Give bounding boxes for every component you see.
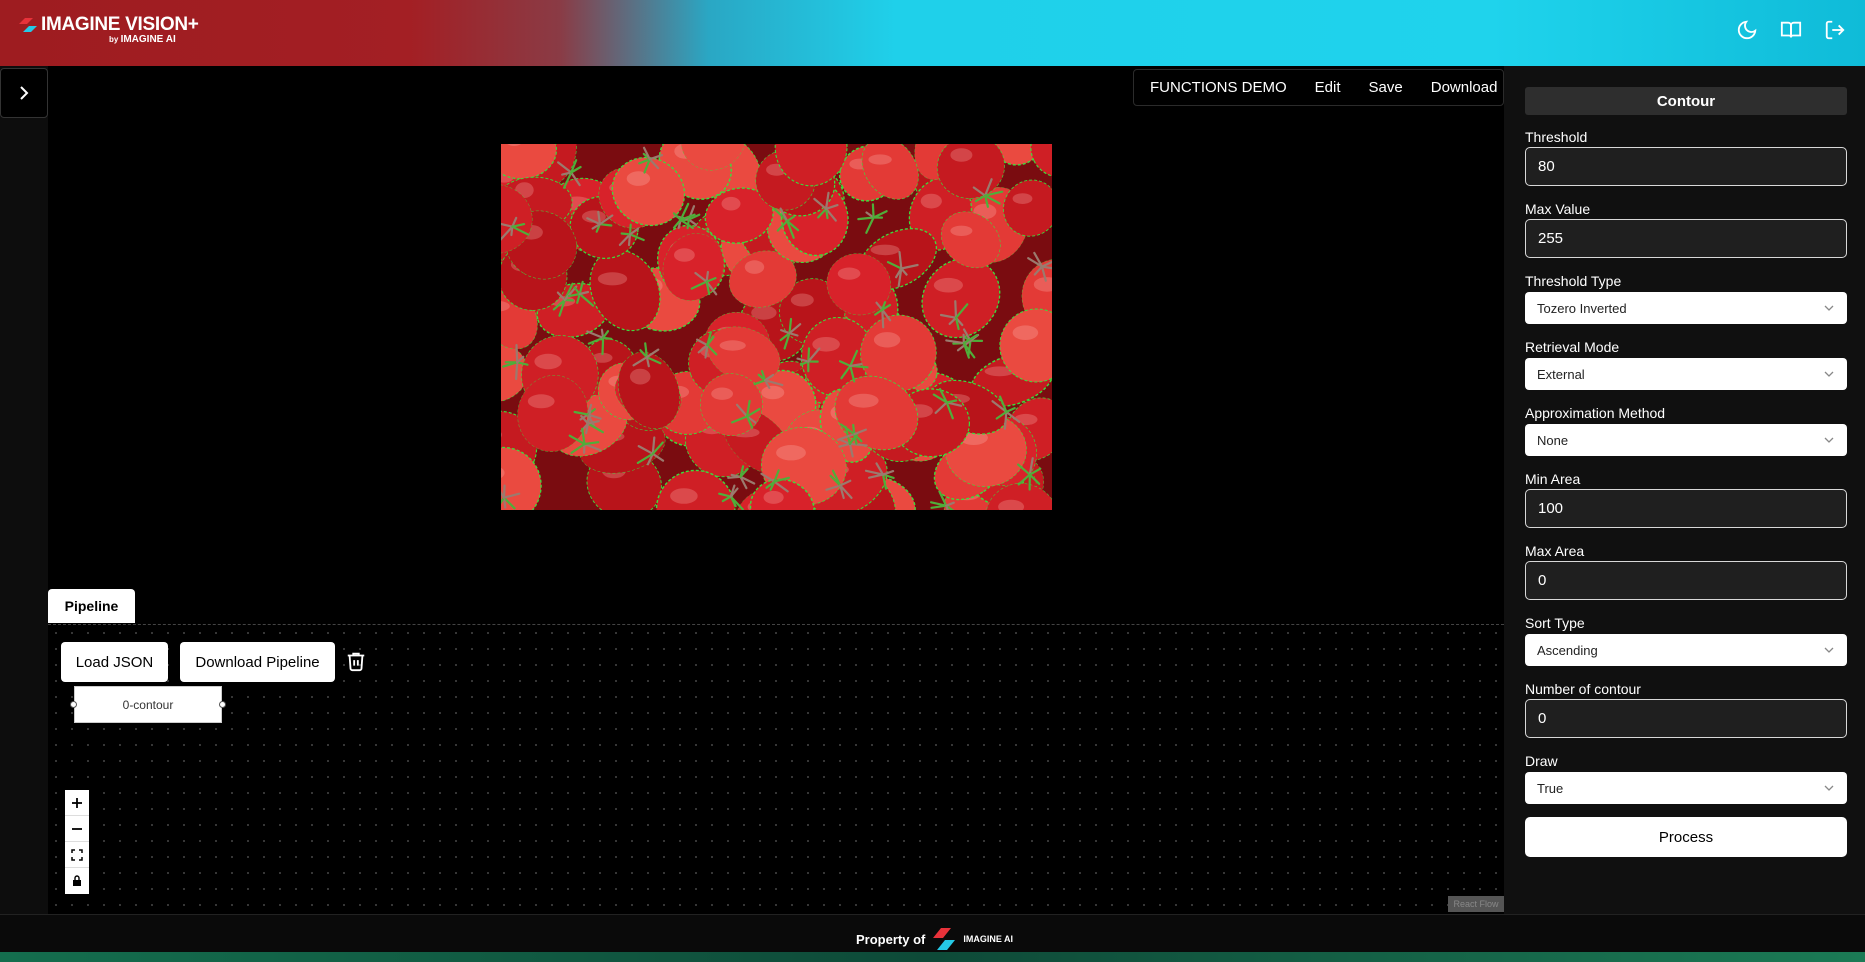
footer-accent-bar <box>0 952 1865 962</box>
retrieval-mode-select[interactable]: External <box>1525 358 1847 390</box>
max-value-input[interactable]: 255 <box>1525 219 1847 258</box>
strawberry-image <box>501 144 1052 510</box>
draw-select[interactable]: True <box>1525 772 1847 804</box>
app-header: IMAGINE VISION+ by IMAGINE AI <box>0 0 1865 66</box>
logo-company: IMAGINE AI <box>120 34 176 45</box>
top-menu-bar: FUNCTIONS DEMO Edit Save Download <box>1133 69 1504 106</box>
approximation-method-value: None <box>1537 432 1569 448</box>
functions-demo-button[interactable]: FUNCTIONS DEMO <box>1150 79 1287 96</box>
retrieval-mode-label: Retrieval Mode <box>1525 339 1620 355</box>
sort-type-label: Sort Type <box>1525 615 1585 631</box>
chevron-down-icon <box>1824 371 1834 377</box>
min-area-input[interactable]: 100 <box>1525 489 1847 528</box>
tab-pipeline[interactable]: Pipeline <box>48 589 135 623</box>
threshold-type-label: Threshold Type <box>1525 273 1622 289</box>
fit-view-icon[interactable] <box>65 842 89 868</box>
logo-title: IMAGINE VISION+ <box>41 14 199 35</box>
logo-mark-icon <box>19 18 37 32</box>
edit-button[interactable]: Edit <box>1315 79 1341 96</box>
sort-type-select[interactable]: Ascending <box>1525 634 1847 666</box>
download-button[interactable]: Download <box>1431 79 1498 96</box>
threshold-label: Threshold <box>1525 129 1588 145</box>
chevron-down-icon <box>1824 305 1834 311</box>
threshold-type-value: Tozero Inverted <box>1537 300 1627 316</box>
max-area-input[interactable]: 0 <box>1525 561 1847 600</box>
book-icon[interactable] <box>1779 18 1803 42</box>
logout-icon[interactable] <box>1823 18 1847 42</box>
draw-label: Draw <box>1525 753 1558 769</box>
logo-subtitle: by IMAGINE AI <box>109 34 176 45</box>
chevron-right-icon <box>20 86 29 100</box>
flow-controls <box>65 790 89 894</box>
retrieval-mode-value: External <box>1537 366 1585 382</box>
chevron-down-icon <box>1824 647 1834 653</box>
sort-type-value: Ascending <box>1537 642 1598 658</box>
processed-image-preview <box>501 144 1052 510</box>
trash-icon[interactable] <box>345 650 367 672</box>
left-rail <box>0 66 48 914</box>
pipeline-node-contour[interactable]: 0-contour <box>74 686 222 723</box>
expand-sidebar-button[interactable] <box>0 68 48 118</box>
chevron-down-icon <box>1824 437 1834 443</box>
number-of-contour-label: Number of contour <box>1525 681 1641 697</box>
zoom-out-icon[interactable] <box>65 816 89 842</box>
footer-logo-mark-icon <box>933 928 956 950</box>
number-of-contour-input[interactable]: 0 <box>1525 699 1847 738</box>
zoom-in-icon[interactable] <box>65 790 89 816</box>
save-button[interactable]: Save <box>1369 79 1403 96</box>
node-output-handle[interactable] <box>219 701 226 708</box>
max-area-label: Max Area <box>1525 543 1585 559</box>
load-json-button[interactable]: Load JSON <box>61 642 168 682</box>
logo-by: by <box>109 35 119 44</box>
chevron-down-icon <box>1824 785 1834 791</box>
min-area-label: Min Area <box>1525 471 1581 487</box>
footer-logo-text: IMAGINE AI <box>963 934 1014 944</box>
lock-icon[interactable] <box>65 868 89 894</box>
react-flow-attribution[interactable]: React Flow <box>1448 896 1504 912</box>
node-input-handle[interactable] <box>70 701 77 708</box>
draw-value: True <box>1537 780 1564 796</box>
approximation-method-label: Approximation Method <box>1525 405 1666 421</box>
moon-icon[interactable] <box>1735 18 1759 42</box>
process-button[interactable]: Process <box>1525 817 1847 857</box>
panel-title: Contour <box>1525 87 1847 115</box>
app-logo[interactable]: IMAGINE VISION+ by IMAGINE AI <box>19 14 199 45</box>
max-value-label: Max Value <box>1525 201 1591 217</box>
approximation-method-select[interactable]: None <box>1525 424 1847 456</box>
threshold-type-select[interactable]: Tozero Inverted <box>1525 292 1847 324</box>
threshold-input[interactable]: 80 <box>1525 147 1847 186</box>
download-pipeline-button[interactable]: Download Pipeline <box>180 642 335 682</box>
footer-property-text: Property of <box>856 931 926 947</box>
